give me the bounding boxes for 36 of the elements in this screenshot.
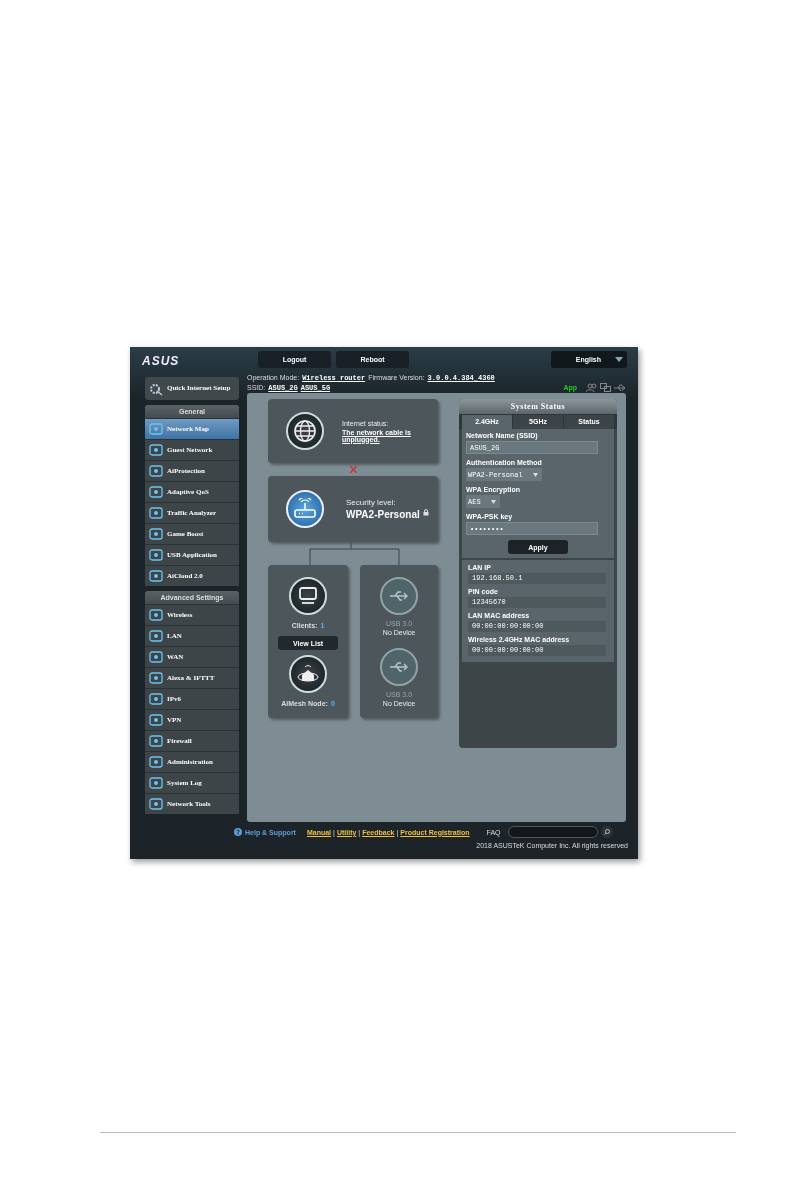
menu-icon [149, 798, 163, 810]
router-icon [286, 490, 324, 528]
computer-icon [289, 577, 327, 615]
mesh-node-icon [289, 655, 327, 693]
globe-icon [286, 412, 324, 450]
menu-icon [149, 756, 163, 768]
menu-icon [149, 693, 163, 705]
menu-icon [149, 423, 163, 435]
caret-icon [532, 472, 538, 477]
search-icon[interactable] [600, 826, 613, 838]
caret-icon [615, 357, 623, 362]
usb-icon [380, 577, 418, 615]
help-icon [234, 828, 242, 836]
faq-search-field[interactable] [507, 826, 598, 838]
menu-icon [149, 777, 163, 789]
menu-icon [149, 507, 163, 519]
menu-icon [149, 672, 163, 684]
menu-icon [149, 570, 163, 582]
usb-icon [614, 383, 626, 392]
menu-icon [149, 735, 163, 747]
menu-icon [149, 714, 163, 726]
menu-icon [149, 486, 163, 498]
security-level-label: Security level: [346, 498, 397, 507]
brand-logo: ASUS [142, 353, 180, 368]
menu-icon [149, 549, 163, 561]
menu-icon [149, 630, 163, 642]
panel-title: System Status [459, 399, 617, 414]
security-level-value: WPA2-Personal [346, 509, 420, 520]
lock-icon [422, 509, 429, 516]
caret-icon [490, 499, 496, 504]
menu-icon [149, 444, 163, 456]
usb-icon [380, 648, 418, 686]
menu-icon [149, 609, 163, 621]
menu-icon [149, 651, 163, 663]
menu-icon [149, 465, 163, 477]
menu-icon [149, 528, 163, 540]
